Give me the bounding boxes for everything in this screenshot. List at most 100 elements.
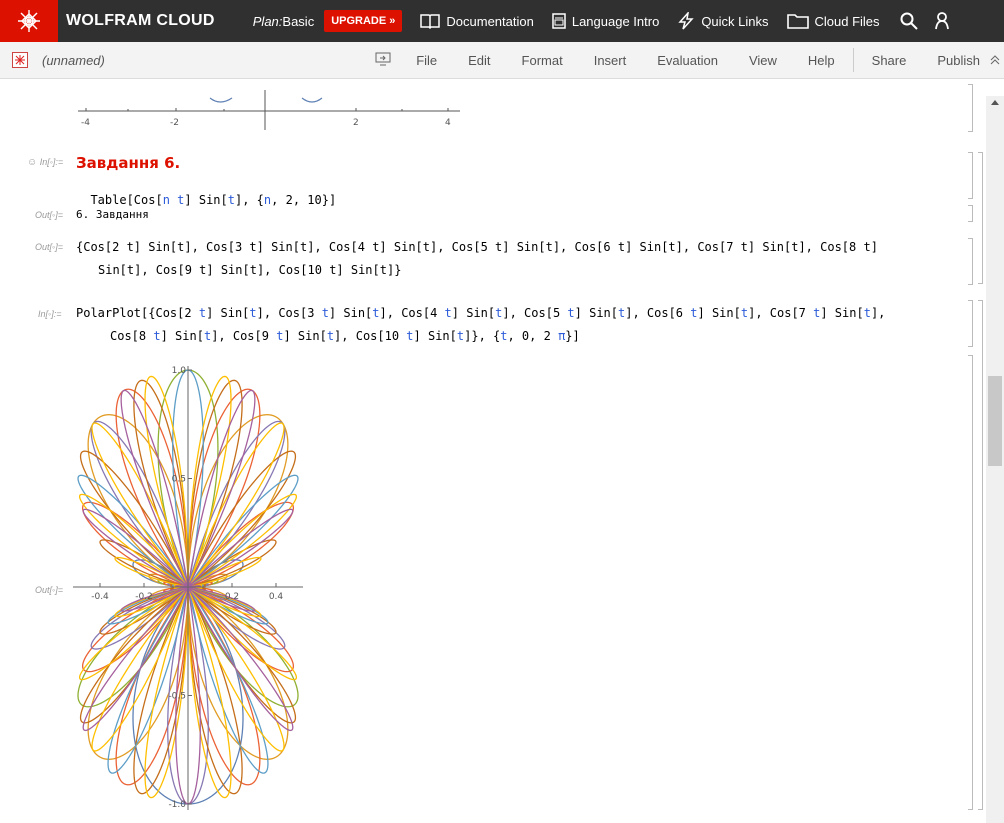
code-fragment: ] Sin[ bbox=[328, 306, 373, 320]
document-icon bbox=[552, 13, 566, 29]
input-label: In[◦]:= bbox=[38, 309, 62, 319]
code-variable: t bbox=[227, 193, 235, 207]
polarplot-input-line1[interactable]: PolarPlot[{Cos[2 t] Sin[t], Cos[3 t] Sin… bbox=[76, 306, 885, 320]
language-intro-label: Language Intro bbox=[571, 13, 660, 29]
quick-links-label: Quick Links bbox=[701, 13, 769, 29]
share-button[interactable]: Share bbox=[872, 53, 907, 68]
lightning-icon bbox=[678, 12, 694, 30]
y-tick-label: 0.5 bbox=[172, 475, 186, 485]
smiley-icon: ☺ bbox=[27, 157, 38, 168]
code-variable: n bbox=[162, 193, 170, 207]
tick-label: -2 bbox=[170, 118, 179, 128]
code-fragment: ] Sin[ bbox=[451, 306, 496, 320]
code-fragment: , 2, 10}] bbox=[271, 193, 337, 207]
output-text[interactable]: 6. Завдання bbox=[76, 208, 149, 221]
x-tick-label: 0.2 bbox=[225, 592, 239, 602]
input-label: ☺ In[◦]:= bbox=[27, 157, 63, 168]
code-fragment: ], Cos[3 bbox=[256, 306, 322, 320]
menu-file[interactable]: File bbox=[416, 53, 437, 68]
code-variable: t bbox=[690, 306, 698, 320]
menu-help[interactable]: Help bbox=[808, 53, 835, 68]
brand-title: WOLFRAM CLOUD bbox=[66, 12, 215, 29]
code-fragment: ] Sin[ bbox=[283, 329, 327, 343]
x-tick-label: -0.2 bbox=[135, 592, 153, 602]
account-button[interactable] bbox=[934, 12, 950, 30]
output-list-line2[interactable]: Sin[t], Cos[9 t] Sin[t], Cos[10 t] Sin[t… bbox=[98, 263, 401, 277]
spikey-small-icon bbox=[15, 55, 25, 65]
code-fragment: ], Cos[10 bbox=[334, 329, 407, 343]
cloud-files-link[interactable]: Cloud Files bbox=[786, 13, 880, 29]
code-variable: t bbox=[444, 306, 452, 320]
group-bracket[interactable] bbox=[978, 152, 983, 284]
cell-bracket[interactable] bbox=[968, 355, 973, 810]
previous-plot-fragment: -4 -2 2 4 bbox=[78, 90, 460, 130]
code-fragment: , 0, 2 bbox=[507, 329, 559, 343]
code-fragment: ] Sin[ bbox=[184, 193, 228, 207]
x-tick-label: -0.4 bbox=[91, 592, 109, 602]
notebook-menubar: (unnamed) File Edit Format Insert Evalua… bbox=[0, 42, 1004, 79]
code-fragment: ] Sin[ bbox=[413, 329, 457, 343]
double-chevron-up-icon bbox=[990, 54, 1000, 64]
cell-bracket[interactable] bbox=[968, 205, 973, 222]
cell-bracket[interactable] bbox=[968, 238, 973, 285]
cloud-files-label: Cloud Files bbox=[814, 13, 880, 29]
output-label: Out[◦]= bbox=[35, 585, 63, 595]
search-button[interactable] bbox=[900, 12, 918, 30]
documentation-link[interactable]: Documentation bbox=[420, 13, 534, 29]
plan-info: Plan:Basic bbox=[253, 14, 314, 29]
polarplot-input-line2[interactable]: Cos[8 t] Sin[t], Cos[9 t] Sin[t], Cos[10… bbox=[110, 329, 580, 343]
notebook-icon[interactable] bbox=[12, 52, 28, 68]
menu-evaluation[interactable]: Evaluation bbox=[657, 53, 718, 68]
code-variable: t bbox=[153, 329, 161, 343]
menu-divider bbox=[852, 48, 854, 72]
plan-label: Plan: bbox=[252, 13, 283, 29]
code-variable: t bbox=[321, 306, 329, 320]
code-fragment: ], Cos[6 bbox=[625, 306, 691, 320]
cell-bracket[interactable] bbox=[968, 300, 973, 347]
menu-view[interactable]: View bbox=[749, 53, 777, 68]
code-fragment: ] Sin[ bbox=[820, 306, 864, 320]
code-fragment: }] bbox=[565, 329, 580, 343]
code-fragment: ], Cos[9 bbox=[211, 329, 277, 343]
notebook-name[interactable]: (unnamed) bbox=[42, 53, 105, 68]
table-input-code[interactable]: Table[Cos[n t] Sin[t], {n, 2, 10}] bbox=[76, 179, 336, 207]
quick-links-link[interactable]: Quick Links bbox=[677, 12, 769, 30]
cell-bracket[interactable] bbox=[968, 84, 973, 132]
notebook-scrollbar[interactable] bbox=[986, 96, 1004, 823]
collapse-toolbar-button[interactable] bbox=[990, 53, 1000, 68]
code-fragment: ], { bbox=[235, 193, 264, 207]
cell-bracket[interactable] bbox=[968, 152, 973, 199]
user-icon bbox=[934, 12, 949, 30]
code-fragment: ] Sin[ bbox=[206, 306, 250, 320]
y-tick-label: -0.5 bbox=[168, 692, 186, 702]
documentation-label: Documentation bbox=[446, 13, 534, 29]
polar-plot[interactable]: -0.4 -0.2 0.2 0.4 1.0 0.5 -0.5 -1.0 bbox=[70, 355, 320, 815]
menu-insert[interactable]: Insert bbox=[594, 53, 627, 68]
output-label: Out[◦]= bbox=[35, 242, 63, 252]
code-variable: t bbox=[372, 306, 380, 320]
code-fragment: ]}, { bbox=[464, 329, 501, 343]
wolfram-spikey-icon bbox=[18, 10, 40, 32]
menu-format[interactable]: Format bbox=[522, 53, 563, 68]
group-bracket[interactable] bbox=[978, 300, 983, 810]
tick-label: -4 bbox=[81, 118, 90, 128]
scroll-thumb[interactable] bbox=[988, 376, 1002, 466]
code-fragment: ] Sin[ bbox=[697, 306, 741, 320]
publish-button[interactable]: Publish bbox=[937, 53, 980, 68]
section-heading[interactable]: Завдання 6. bbox=[76, 154, 180, 172]
output-list-line1[interactable]: {Cos[2 t] Sin[t], Cos[3 t] Sin[t], Cos[4… bbox=[76, 240, 878, 254]
language-intro-link[interactable]: Language Intro bbox=[552, 13, 659, 29]
present-button[interactable] bbox=[375, 52, 391, 69]
scroll-up-arrow[interactable] bbox=[991, 100, 999, 105]
code-variable: t bbox=[863, 306, 871, 320]
book-icon bbox=[420, 14, 441, 29]
menu-edit[interactable]: Edit bbox=[468, 53, 490, 68]
code-variable: t bbox=[326, 329, 335, 343]
upgrade-button[interactable]: UPGRADE » bbox=[324, 10, 403, 32]
code-fragment: ], Cos[7 bbox=[748, 306, 814, 320]
code-variable: t bbox=[567, 306, 575, 320]
code-fragment: ], Cos[5 bbox=[502, 306, 568, 320]
code-variable: t bbox=[740, 306, 749, 320]
wolfram-logo[interactable] bbox=[0, 0, 58, 42]
code-variable: t bbox=[249, 306, 257, 320]
